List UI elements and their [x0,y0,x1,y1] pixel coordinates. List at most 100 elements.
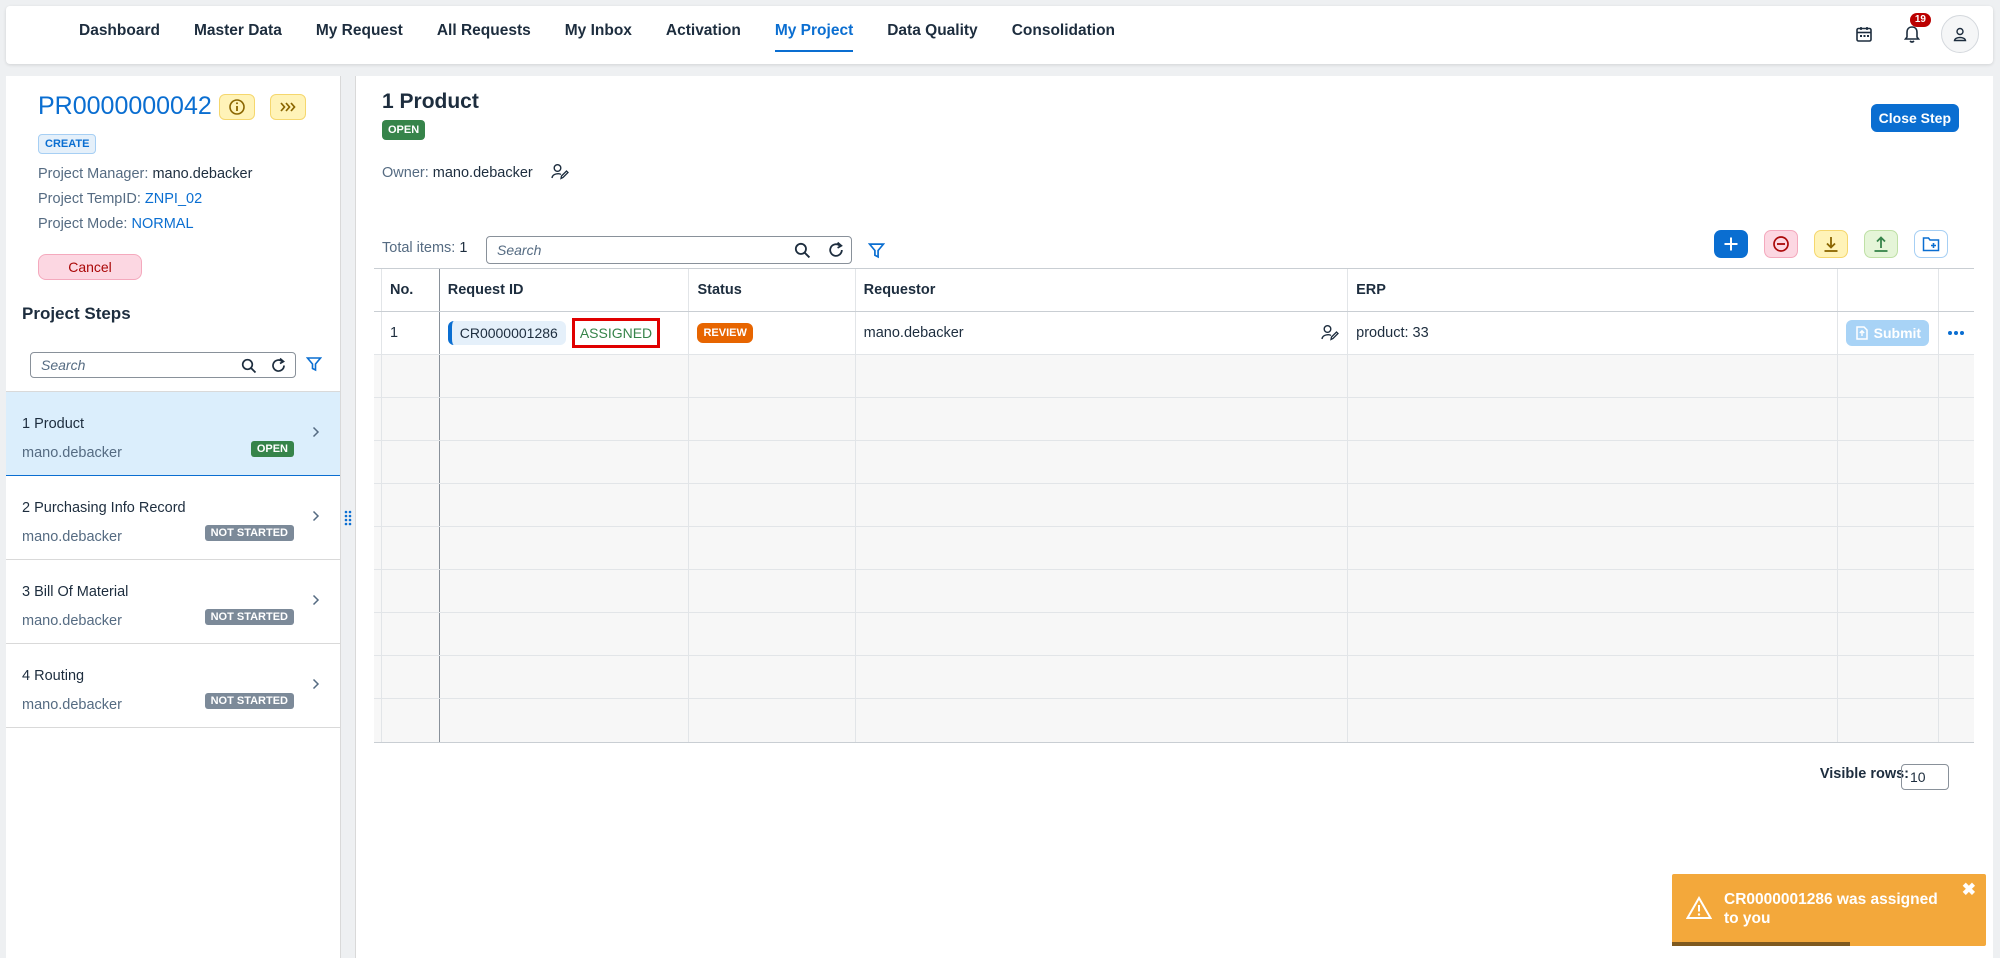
column-header-more [1939,269,1974,311]
request-id-link[interactable]: CR0000001286 [447,321,566,345]
column-header-no[interactable]: No. [382,269,440,311]
request-id-cell: CR0000001286 ASSIGNED [440,312,690,354]
status-badge: NOT STARTED [204,609,294,625]
step-detail-panel: 1 Product OPEN Owner: mano.debacker Clos… [356,76,1993,958]
user-icon[interactable] [1941,15,1979,53]
step-item-purchasing-info-record[interactable]: 2 Purchasing Info Record mano.debacker N… [6,476,340,560]
project-temp-label: Project TempID: [38,191,141,207]
upload-button[interactable] [1864,230,1898,258]
project-steps-title: Project Steps [22,304,131,323]
nav-activation[interactable]: Activation [649,6,758,64]
search-icon[interactable] [241,358,257,374]
step-name: 2 Purchasing Info Record [22,500,186,516]
step-name: 3 Bill Of Material [22,584,129,600]
column-header-status[interactable]: Status [689,269,856,311]
step-item-routing[interactable]: 4 Routing mano.debacker NOT STARTED [6,644,340,728]
top-navigation-bar: Dashboard Master Data My Request All Req… [6,6,1993,64]
download-button[interactable] [1814,230,1848,258]
project-temp-id: Project TempID: ZNPI_02 [38,191,202,207]
table-search-placeholder: Search [497,242,542,258]
remove-button[interactable] [1764,230,1798,258]
step-owner: mano.debacker [22,613,122,629]
close-icon[interactable]: ✖ [1962,880,1976,900]
project-manager: Project Manager: mano.debacker [38,166,252,182]
refresh-icon[interactable] [827,241,845,259]
info-button[interactable] [219,94,255,120]
calendar-icon[interactable] [1845,15,1883,53]
toast-notification: CR0000001286 was assigned to you ✖ [1672,874,1986,946]
status-badge: NOT STARTED [204,525,294,541]
drag-handle-icon[interactable] [344,510,352,526]
toast-message: CR0000001286 was assigned to you [1724,891,1938,927]
status-badge: OPEN [250,441,294,457]
folder-add-icon [1922,237,1940,252]
total-items-label: Total items: [382,240,456,256]
steps-search-placeholder: Search [41,357,86,373]
submit-button[interactable]: Submit [1845,320,1930,346]
chevron-right-icon [312,594,320,606]
more-options-icon[interactable] [1947,330,1965,336]
nav-dashboard[interactable]: Dashboard [62,6,177,64]
step-item-bill-of-material[interactable]: 3 Bill Of Material mano.debacker NOT STA… [6,560,340,644]
column-header-erp[interactable]: ERP [1348,269,1838,311]
project-temp-value[interactable]: ZNPI_02 [145,191,202,207]
bell-icon[interactable]: 19 [1893,13,1931,53]
nav-all-requests[interactable]: All Requests [420,6,548,64]
project-mode-value: NORMAL [131,216,194,232]
status-badge: OPEN [382,120,426,140]
table-search-input[interactable]: Search [486,236,852,264]
visible-rows-label: Visible rows: [1819,766,1909,782]
refresh-icon[interactable] [270,357,287,374]
column-header-actions [1838,269,1940,311]
project-mode: Project Mode: NORMAL [38,216,194,232]
step-item-product[interactable]: 1 Product mano.debacker OPEN [6,392,340,476]
edit-user-icon[interactable] [551,163,569,180]
filter-icon[interactable] [868,242,885,259]
table-row-empty [374,398,1974,441]
status-badge: NOT STARTED [204,693,294,709]
table-row-empty [374,699,1974,742]
notification-count-badge: 19 [1909,13,1931,27]
add-folder-button[interactable] [1914,230,1948,258]
project-manager-label: Project Manager: [38,166,149,182]
nav-data-quality[interactable]: Data Quality [870,6,994,64]
close-step-button[interactable]: Close Step [1870,104,1959,132]
column-header-requestor[interactable]: Requestor [856,269,1349,311]
header-actions: 19 [1845,13,1979,53]
warning-icon [1686,896,1712,919]
toast-progress-bar [1672,942,1850,946]
nav-my-request[interactable]: My Request [299,6,420,64]
project-id: PR0000000042 [38,92,212,120]
project-type-tag: CREATE [38,134,97,154]
steps-search-input[interactable]: Search [30,352,296,378]
filter-icon[interactable] [306,356,322,372]
step-name: 4 Routing [22,668,85,684]
cancel-button[interactable]: Cancel [38,254,142,280]
nav-master-data[interactable]: Master Data [177,6,299,64]
column-header-request-id[interactable]: Request ID [440,269,690,311]
expand-button[interactable] [270,94,306,120]
table-row[interactable]: 1 CR0000001286 ASSIGNED REVIEW mano.deba… [374,312,1974,355]
edit-user-icon[interactable] [1321,324,1340,341]
add-button[interactable] [1714,230,1748,258]
step-name: 1 Product [22,416,85,432]
nav-my-project[interactable]: My Project [758,6,870,64]
step-owner: mano.debacker [22,529,122,545]
submit-icon [1855,326,1868,340]
visible-rows-input[interactable]: 10 [1901,764,1949,790]
more-cell [1939,312,1974,354]
erp-cell: product: 33 [1348,312,1838,354]
table-row-empty [374,527,1974,570]
table-row-empty [374,613,1974,656]
row-number: 1 [382,312,440,354]
row-selector[interactable] [374,312,382,354]
search-icon[interactable] [794,242,811,259]
nav-consolidation[interactable]: Consolidation [995,6,1132,64]
nav-my-inbox[interactable]: My Inbox [548,6,649,64]
table-row-empty [374,570,1974,613]
assigned-status: ASSIGNED [571,318,661,348]
status-badge: REVIEW [697,323,753,343]
requestor-name: mano.debacker [863,325,964,341]
panel-splitter[interactable] [340,76,356,958]
table-row-empty [374,441,1974,484]
